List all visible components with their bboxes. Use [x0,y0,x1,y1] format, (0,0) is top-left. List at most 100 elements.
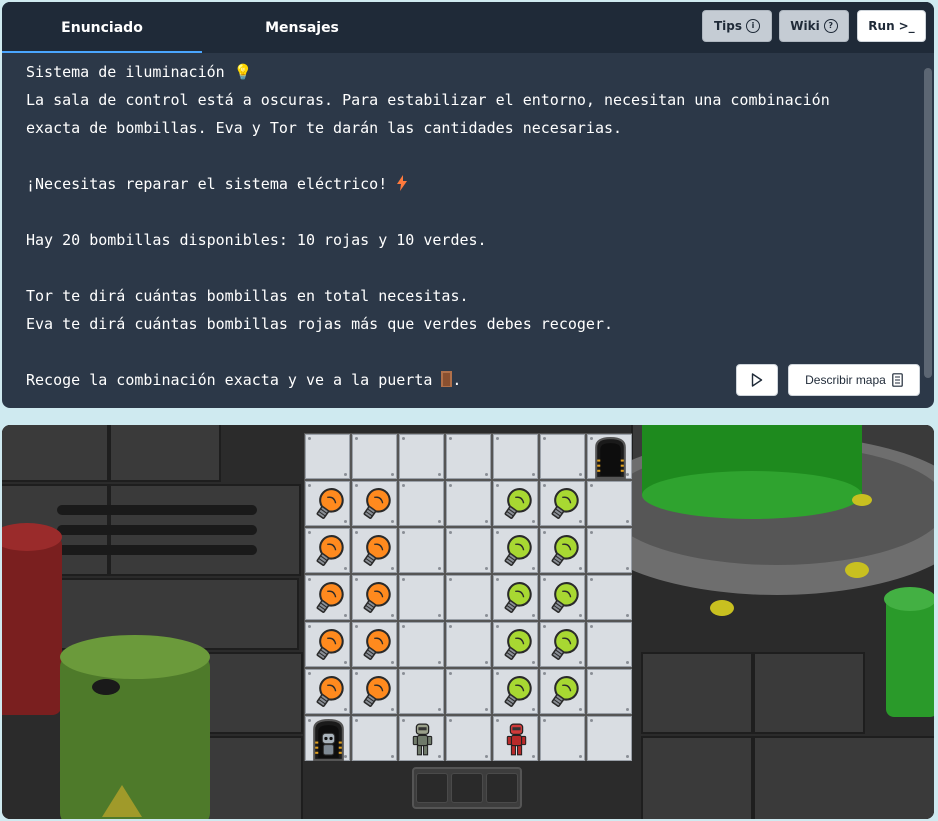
orange-bulb-icon [316,629,344,660]
board-tile [587,669,632,714]
green-bulb [493,622,538,667]
orange-bulb [352,528,397,573]
board-tile [446,528,491,573]
wiki-button-label: Wiki [790,19,820,33]
board-tile [446,575,491,620]
door-icon [441,371,453,387]
orange-bulb [305,528,350,573]
statement-line-3-row: ¡Necesitas reparar el sistema eléctrico! [26,170,408,198]
game-board [304,433,632,761]
orange-bulb-icon [316,676,344,707]
orange-bulb [305,669,350,714]
orange-bulb [352,575,397,620]
green-bulb-icon [504,535,532,566]
orange-bulb-icon [316,488,344,519]
board-tile [587,481,632,526]
orange-bulb-icon [316,582,344,613]
green-bulb-icon [551,535,579,566]
orange-bulb [305,481,350,526]
start-door-robot-icon [313,719,344,761]
board-tile [399,575,444,620]
tab-mensajes[interactable]: Mensajes [202,2,402,53]
board-tile [587,528,632,573]
orange-bulb [352,622,397,667]
run-button[interactable]: Run >_ [857,10,926,42]
board-tile [587,716,632,761]
terminal-icon: >_ [898,19,915,33]
describe-map-button[interactable]: Describir mapa [788,364,920,396]
green-bulb [540,669,585,714]
board-tile [540,434,585,479]
orange-bulb-icon [363,676,391,707]
orange-bulb [352,481,397,526]
play-icon [751,373,763,387]
statement-line-7-end: . [452,371,462,389]
orange-bulb-icon [316,535,344,566]
orange-bulb-icon [363,629,391,660]
green-bulb [493,481,538,526]
board-tile [587,622,632,667]
board-tile [493,434,538,479]
orange-bulb-icon [363,582,391,613]
active-tab-indicator [2,51,202,53]
play-button[interactable] [736,364,778,396]
board-tile [446,481,491,526]
green-bulb-icon [504,582,532,613]
board-tile [305,434,350,479]
game-view [2,425,934,819]
exit-door [587,434,632,479]
green-bulb-icon [504,676,532,707]
orange-bulb [305,575,350,620]
statement-panel: Enunciado Mensajes Tips i Wiki ? Run >_ … [2,2,934,408]
statement-line-3: ¡Necesitas reparar el sistema eléctrico! [26,175,388,193]
green-bulb [540,575,585,620]
run-button-label: Run [868,19,895,33]
green-bulb [493,575,538,620]
statement-line-7: Recoge la combinación exacta y ve a la p… [26,371,433,389]
lightning-icon [397,175,408,191]
statement-title-line: Sistema de iluminación 💡 [26,58,252,86]
statement-scrollbar[interactable] [924,68,932,378]
wiki-button[interactable]: Wiki ? [779,10,849,42]
describe-map-label: Describir mapa [805,373,886,387]
green-bulb [540,622,585,667]
orange-bulb [352,669,397,714]
statement-line-4: Hay 20 bombillas disponibles: 10 rojas y… [26,231,487,249]
document-icon [892,373,903,387]
inventory-bar [412,767,522,809]
green-bulb-icon [504,488,532,519]
board-tile [399,669,444,714]
orange-bulb-icon [363,535,391,566]
green-bulb [493,528,538,573]
statement-line-6: Eva te dirá cuántas bombillas rojas más … [26,315,613,333]
orange-bulb [305,622,350,667]
board-tile [587,575,632,620]
tab-bar: Enunciado Mensajes Tips i Wiki ? Run >_ [2,2,934,53]
inventory-slot [486,773,518,803]
board-tile [399,528,444,573]
tab-enunciado-label: Enunciado [61,19,143,36]
green-bulb-icon [504,629,532,660]
lightbulb-icon: 💡 [233,63,253,81]
green-bulb-icon [551,629,579,660]
board-tile [446,716,491,761]
robot-eva [493,716,538,761]
green-bulb [493,669,538,714]
green-bulb [540,481,585,526]
board-tile [446,669,491,714]
inventory-slot [416,773,448,803]
inventory-slot [451,773,483,803]
green-bulb-icon [551,676,579,707]
board-tile [446,434,491,479]
tab-enunciado[interactable]: Enunciado [2,2,202,53]
tips-button[interactable]: Tips i [702,10,772,42]
statement-line-5: Tor te dirá cuántas bombillas en total n… [26,287,469,305]
statement-title: Sistema de iluminación [26,63,225,81]
statement-line-1: La sala de control está a oscuras. Para … [26,91,830,109]
info-circle-icon: i [746,19,761,33]
statement-line-7-row: Recoge la combinación exacta y ve a la p… [26,366,461,394]
green-bulb [540,528,585,573]
question-circle-icon: ? [823,19,838,33]
board-tile [352,716,397,761]
start-door-robot [305,716,350,761]
